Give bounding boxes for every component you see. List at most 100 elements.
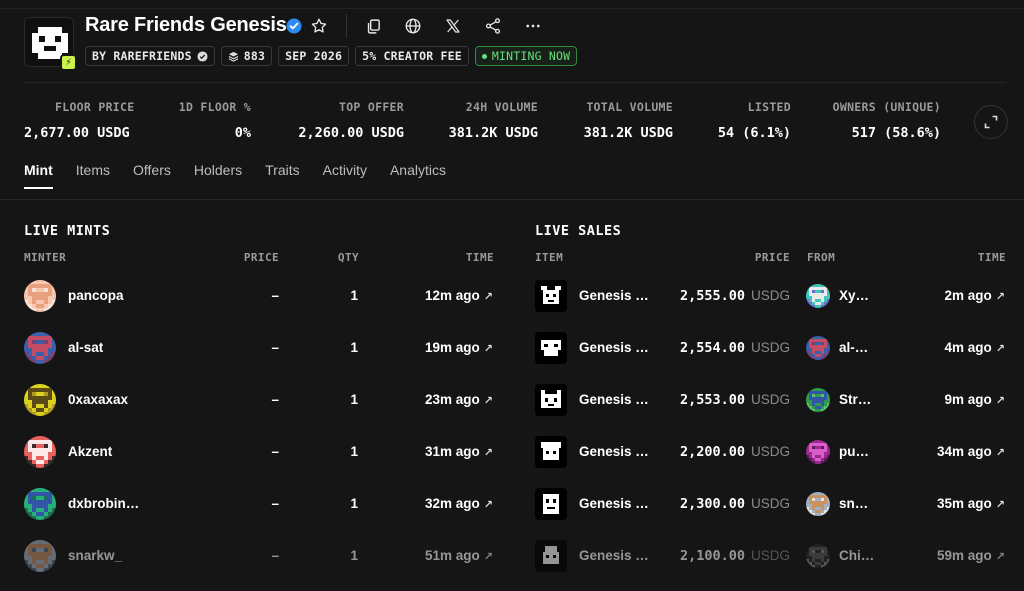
sale-currency: USDG bbox=[750, 288, 790, 303]
expand-stats-button[interactable] bbox=[974, 105, 1008, 139]
seller-name[interactable]: Chi… bbox=[839, 548, 874, 563]
star-icon[interactable] bbox=[307, 14, 331, 38]
item-name[interactable]: Genesis … bbox=[579, 496, 649, 511]
mint-time-link[interactable]: 31m ago ↗ bbox=[425, 444, 493, 459]
seller-avatar[interactable] bbox=[806, 284, 830, 308]
mint-time-link[interactable]: 23m ago ↗ bbox=[425, 392, 493, 407]
item-thumbnail[interactable] bbox=[535, 332, 567, 364]
tab-mint[interactable]: Mint bbox=[24, 162, 53, 189]
tab-offers[interactable]: Offers bbox=[133, 162, 171, 189]
item-name[interactable]: Genesis … bbox=[579, 340, 649, 355]
minter-name[interactable]: Akzent bbox=[68, 444, 112, 459]
minter-name[interactable]: snarkw_ bbox=[68, 548, 122, 563]
mint-row[interactable]: Akzent – 1 31m ago ↗ bbox=[0, 432, 512, 472]
item-name[interactable]: Genesis … bbox=[579, 288, 649, 303]
mint-time-link[interactable]: 19m ago ↗ bbox=[425, 340, 493, 355]
mint-row[interactable]: 0xaxaxax – 1 23m ago ↗ bbox=[0, 380, 512, 420]
sale-row[interactable]: Genesis … 2,300.00 USDG sn… 35m ago ↗ bbox=[512, 484, 1024, 524]
stat-owners: OWNERS (UNIQUE) 517 (58.6%) bbox=[833, 100, 941, 141]
tab-holders[interactable]: Holders bbox=[194, 162, 242, 189]
stat-total-volume: TOTAL VOLUME 381.2K USDG bbox=[584, 100, 673, 141]
minter-name[interactable]: dxbrobin… bbox=[68, 496, 139, 511]
item-thumbnail[interactable] bbox=[535, 280, 567, 312]
item-thumbnail[interactable] bbox=[535, 540, 567, 572]
mint-row[interactable]: dxbrobin… – 1 32m ago ↗ bbox=[0, 484, 512, 524]
mint-time: 32m ago bbox=[425, 496, 480, 511]
copy-icon[interactable] bbox=[361, 14, 385, 38]
more-icon[interactable] bbox=[521, 14, 545, 38]
sale-row[interactable]: Genesis … 2,200.00 USDG pu… 34m ago ↗ bbox=[512, 432, 1024, 472]
creator-tag[interactable]: BY RAREFRIENDS bbox=[85, 46, 215, 66]
mint-row[interactable]: pancopa – 1 12m ago ↗ bbox=[0, 276, 512, 316]
x-icon[interactable] bbox=[441, 14, 465, 38]
tab-items[interactable]: Items bbox=[76, 162, 110, 189]
tab-traits[interactable]: Traits bbox=[265, 162, 299, 189]
live-sales-title: LIVE SALES bbox=[535, 223, 622, 239]
sale-row[interactable]: Genesis … 2,553.00 USDG Str… 9m ago ↗ bbox=[512, 380, 1024, 420]
seller-name[interactable]: sn… bbox=[839, 496, 868, 511]
seller-avatar[interactable] bbox=[806, 336, 830, 360]
share-icon[interactable] bbox=[481, 14, 505, 38]
mint-qty: 1 bbox=[350, 496, 358, 511]
date-tag: SEP 2026 bbox=[278, 46, 350, 66]
mint-time-link[interactable]: 32m ago ↗ bbox=[425, 496, 493, 511]
minter-name[interactable]: 0xaxaxax bbox=[68, 392, 128, 407]
sale-row[interactable]: Genesis … 2,100.00 USDG Chi… 59m ago ↗ bbox=[512, 536, 1024, 576]
item-name[interactable]: Genesis … bbox=[579, 392, 649, 407]
minter-avatar[interactable] bbox=[24, 436, 56, 468]
item-name[interactable]: Genesis … bbox=[579, 444, 649, 459]
mint-time-link[interactable]: 12m ago ↗ bbox=[425, 288, 493, 303]
mint-time-link[interactable]: 51m ago ↗ bbox=[425, 548, 493, 563]
tab-activity[interactable]: Activity bbox=[323, 162, 367, 189]
globe-icon[interactable] bbox=[401, 14, 425, 38]
sale-time: 9m ago bbox=[944, 392, 992, 407]
supply-label: 883 bbox=[243, 49, 266, 63]
status-dot-icon bbox=[481, 53, 487, 59]
seller-name[interactable]: pu… bbox=[839, 444, 869, 459]
item-thumbnail[interactable] bbox=[535, 384, 567, 416]
sale-time-link[interactable]: 35m ago ↗ bbox=[937, 496, 1005, 511]
item-name[interactable]: Genesis … bbox=[579, 548, 649, 563]
minter-name[interactable]: pancopa bbox=[68, 288, 124, 303]
mint-qty: 1 bbox=[350, 392, 358, 407]
header-divider bbox=[24, 82, 1006, 83]
sale-price-cell: 2,554.00 USDG bbox=[680, 340, 790, 356]
sale-time-link[interactable]: 9m ago ↗ bbox=[945, 392, 1005, 407]
minter-avatar[interactable] bbox=[24, 280, 56, 312]
sale-time-link[interactable]: 4m ago ↗ bbox=[945, 340, 1005, 355]
sale-row[interactable]: Genesis … 2,554.00 USDG al-… 4m ago ↗ bbox=[512, 328, 1024, 368]
seller-avatar[interactable] bbox=[806, 492, 830, 516]
external-link-icon: ↗ bbox=[995, 447, 1005, 459]
item-thumbnail[interactable] bbox=[535, 488, 567, 520]
sale-time-link[interactable]: 59m ago ↗ bbox=[937, 548, 1005, 563]
verified-icon bbox=[286, 18, 302, 34]
stat-value: 381.2K USDG bbox=[448, 125, 538, 141]
external-link-icon: ↗ bbox=[995, 291, 1005, 303]
seller-avatar[interactable] bbox=[806, 388, 830, 412]
sale-time-link[interactable]: 2m ago ↗ bbox=[945, 288, 1005, 303]
sale-price-cell: 2,555.00 USDG bbox=[680, 288, 790, 304]
minter-name[interactable]: al-sat bbox=[68, 340, 103, 355]
minter-avatar[interactable] bbox=[24, 488, 56, 520]
minter-avatar[interactable] bbox=[24, 332, 56, 364]
external-link-icon: ↗ bbox=[483, 551, 493, 563]
sale-price: 2,553.00 bbox=[679, 392, 745, 408]
minter-avatar[interactable] bbox=[24, 384, 56, 416]
sale-row[interactable]: Genesis … 2,555.00 USDG Xy… 2m ago ↗ bbox=[512, 276, 1024, 316]
item-thumbnail[interactable] bbox=[535, 436, 567, 468]
seller-name[interactable]: Xy… bbox=[839, 288, 869, 303]
sale-price-cell: 2,100.00 USDG bbox=[680, 548, 790, 564]
sale-currency: USDG bbox=[750, 496, 790, 511]
seller-avatar[interactable] bbox=[806, 440, 830, 464]
mint-row[interactable]: al-sat – 1 19m ago ↗ bbox=[0, 328, 512, 368]
seller-avatar[interactable] bbox=[806, 544, 830, 568]
seller-name[interactable]: al-… bbox=[839, 340, 868, 355]
stat-top-offer: TOP OFFER 2,260.00 USDG bbox=[298, 100, 404, 141]
col-sale-price: PRICE bbox=[754, 251, 790, 264]
tab-analytics[interactable]: Analytics bbox=[390, 162, 446, 189]
mint-row[interactable]: snarkw_ – 1 51m ago ↗ bbox=[0, 536, 512, 576]
minter-avatar[interactable] bbox=[24, 540, 56, 572]
seller-name[interactable]: Str… bbox=[839, 392, 871, 407]
sale-time-link[interactable]: 34m ago ↗ bbox=[937, 444, 1005, 459]
mint-time: 51m ago bbox=[425, 548, 480, 563]
